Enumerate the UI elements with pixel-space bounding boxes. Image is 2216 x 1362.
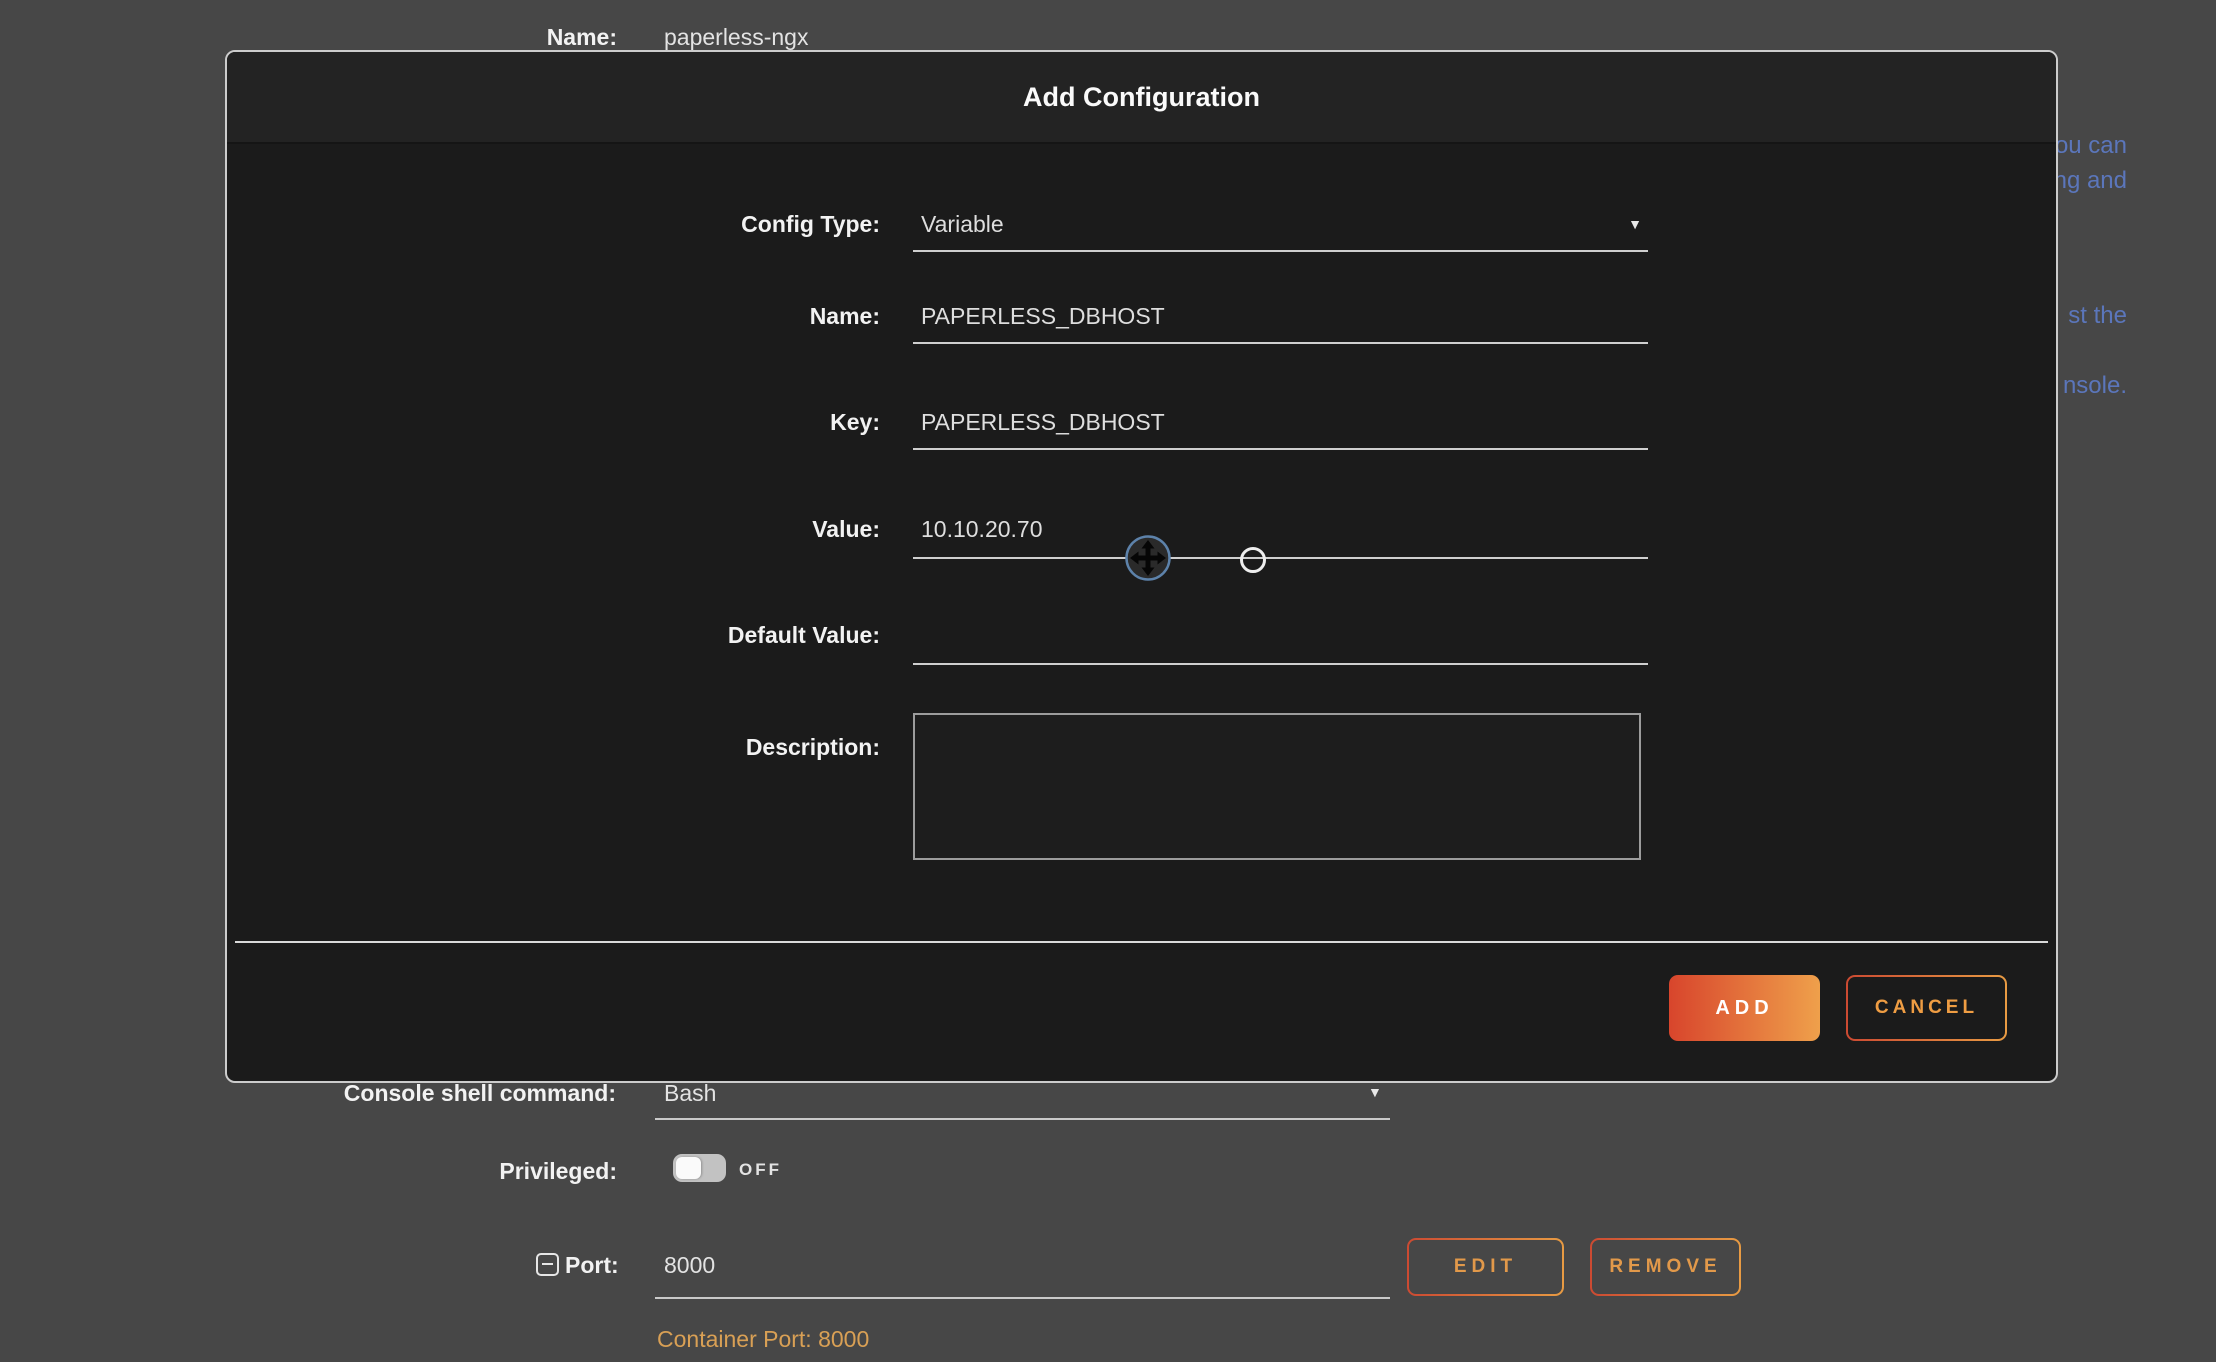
privileged-label: Privileged: bbox=[300, 1158, 617, 1185]
page: Name: paperless-ngx ou can ng and st the… bbox=[0, 0, 2216, 1362]
default-value-input[interactable] bbox=[921, 622, 1631, 649]
config-type-select[interactable]: Variable ▼ bbox=[913, 211, 1648, 252]
add-button[interactable]: ADD bbox=[1669, 975, 1820, 1041]
field-underline bbox=[655, 1297, 1390, 1299]
key-input[interactable] bbox=[921, 409, 1631, 436]
name-field-wrap bbox=[913, 303, 1648, 344]
key-field-wrap bbox=[913, 409, 1648, 450]
chevron-down-icon: ▼ bbox=[1368, 1084, 1382, 1100]
remove-button-label: REMOVE bbox=[1592, 1240, 1739, 1294]
toggle-knob bbox=[676, 1157, 701, 1179]
edit-button[interactable]: EDIT bbox=[1407, 1238, 1564, 1296]
value-label: Value: bbox=[227, 516, 880, 543]
collapse-port-icon bbox=[536, 1253, 559, 1276]
port-label: Port: bbox=[565, 1252, 619, 1279]
help-text-fragment: st the bbox=[2068, 303, 2127, 329]
description-label: Description: bbox=[227, 734, 880, 761]
privileged-state-text: OFF bbox=[739, 1160, 782, 1180]
key-label: Key: bbox=[227, 409, 880, 436]
console-shell-command-select[interactable]: Bash bbox=[664, 1080, 716, 1107]
name-label: Name: bbox=[227, 303, 880, 330]
field-underline bbox=[655, 1118, 1390, 1120]
console-shell-command-label: Console shell command: bbox=[250, 1080, 616, 1107]
container-name-value[interactable]: paperless-ngx bbox=[664, 24, 808, 51]
config-type-label: Config Type: bbox=[227, 211, 880, 238]
help-text-fragment: ng and bbox=[2054, 168, 2127, 194]
default-value-field-wrap bbox=[913, 622, 1648, 665]
value-input[interactable] bbox=[921, 516, 1631, 543]
remove-button[interactable]: REMOVE bbox=[1590, 1238, 1741, 1296]
privileged-toggle[interactable] bbox=[673, 1154, 726, 1182]
config-type-value: Variable bbox=[921, 211, 1004, 238]
container-name-label: Name: bbox=[400, 24, 617, 51]
footer-divider bbox=[235, 941, 2048, 943]
move-cursor-icon bbox=[1124, 534, 1172, 582]
help-text-fragment: ou can bbox=[2055, 133, 2127, 159]
name-input[interactable] bbox=[921, 303, 1631, 330]
drag-handle-ring bbox=[1240, 547, 1266, 573]
dialog-title: Add Configuration bbox=[1023, 82, 1260, 113]
port-value[interactable]: 8000 bbox=[664, 1252, 715, 1279]
help-text-fragment: nsole. bbox=[2063, 373, 2127, 399]
description-textarea[interactable] bbox=[913, 713, 1641, 860]
cancel-button-label: CANCEL bbox=[1848, 977, 2005, 1039]
chevron-down-icon: ▼ bbox=[1628, 216, 1642, 232]
container-port-note: Container Port: 8000 bbox=[657, 1326, 869, 1353]
default-value-label: Default Value: bbox=[227, 622, 880, 649]
edit-button-label: EDIT bbox=[1409, 1240, 1562, 1294]
value-field-wrap bbox=[913, 516, 1648, 559]
dialog-header: Add Configuration bbox=[227, 52, 2056, 144]
cancel-button[interactable]: CANCEL bbox=[1846, 975, 2007, 1041]
